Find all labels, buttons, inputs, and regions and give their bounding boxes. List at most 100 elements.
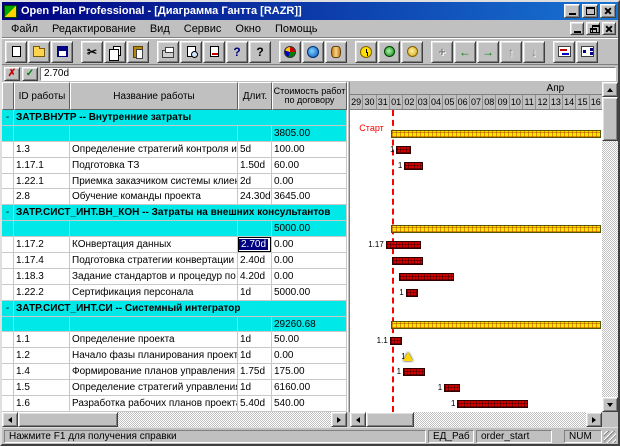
gantt-bar-task[interactable] [403, 368, 425, 376]
resource-view-button[interactable] [279, 41, 301, 63]
minimize-button[interactable] [564, 4, 580, 18]
gantt-bar-task[interactable] [386, 241, 421, 249]
table-hscrollbar[interactable] [2, 412, 347, 427]
table-cell[interactable]: Подготовка стратегии конвертации [70, 253, 238, 268]
table-row[interactable]: 1.3Определение стратегий контроля и отч5… [2, 142, 347, 158]
confirm-edit-button[interactable]: ✓ [22, 67, 38, 81]
table-cell[interactable]: 4.20d [238, 269, 272, 284]
table-cell[interactable]: 0.00 [272, 269, 347, 284]
table-cell[interactable]: 5d [238, 142, 272, 157]
column-header[interactable]: Стоимость работ по договору [272, 82, 347, 110]
table-cell[interactable]: 1d [238, 285, 272, 300]
maximize-button[interactable] [582, 4, 598, 18]
close-button[interactable] [600, 4, 616, 18]
table-cell[interactable]: Задание стандартов и процедур по д [70, 269, 238, 284]
column-header[interactable] [2, 82, 14, 110]
table-cell[interactable] [2, 189, 14, 204]
report-button[interactable] [203, 41, 225, 63]
calendar-button[interactable] [302, 41, 324, 63]
table-cell[interactable] [70, 317, 238, 332]
table-cell[interactable] [2, 158, 14, 173]
table-cell[interactable]: ЗАТР.СИСТ_ИНТ.ВН_КОН -- Затраты на внешн… [14, 205, 347, 220]
table-cell[interactable] [2, 237, 14, 252]
gantt-scroll-left-button[interactable] [350, 412, 366, 427]
gantt-milestone[interactable] [403, 352, 413, 361]
gantt-bar-summary[interactable] [391, 225, 601, 233]
table-cell[interactable] [2, 317, 14, 332]
menu-item[interactable]: Помощь [268, 21, 325, 37]
table-cell[interactable]: 100.00 [272, 142, 347, 157]
table-row[interactable]: -ЗАТР.СИСТ_ИНТ.ВН_КОН -- Затраты на внеш… [2, 205, 347, 221]
table-cell[interactable]: 2.8 [14, 189, 70, 204]
table-cell[interactable] [2, 269, 14, 284]
resize-grip[interactable] [604, 431, 616, 443]
table-cell[interactable]: 0.00 [272, 237, 347, 252]
cut-button[interactable]: ✂ [81, 41, 103, 63]
table-cell[interactable]: 2d [238, 174, 272, 189]
print-button[interactable] [157, 41, 179, 63]
table-cell[interactable]: Подготовка ТЗ [70, 158, 238, 173]
column-header[interactable]: ID работы [14, 82, 70, 110]
help-button[interactable]: ? [226, 41, 248, 63]
table-cell[interactable] [2, 253, 14, 268]
table-cell[interactable]: 1.50d [238, 158, 272, 173]
table-cell[interactable]: Формирование планов управления [70, 364, 238, 379]
table-cell[interactable]: 2.40d [238, 253, 272, 268]
gantt-bar-task[interactable] [457, 400, 528, 408]
table-cell[interactable] [2, 364, 14, 379]
gantt-hscroll-track[interactable] [366, 412, 586, 427]
table-cell[interactable]: Определение проекта [70, 332, 238, 347]
scroll-up-button[interactable] [602, 82, 618, 97]
paste-button[interactable] [127, 41, 149, 63]
table-cell[interactable]: Приемка заказчиком системы клиент [70, 174, 238, 189]
column-header[interactable]: Название работы [70, 82, 238, 110]
table-cell[interactable]: 50.00 [272, 332, 347, 347]
table-cell[interactable]: 1d [238, 380, 272, 395]
table-cell[interactable]: 1.4 [14, 364, 70, 379]
table-row[interactable]: 29260.68 [2, 317, 347, 333]
table-row[interactable]: 1.22.2Сертификация персонала1d5000.00 [2, 285, 347, 301]
table-cell[interactable]: 0.00 [272, 174, 347, 189]
child-minimize-button[interactable] [570, 22, 584, 35]
table-row[interactable]: 1.2Начало фазы планирования проекта1d0.0… [2, 348, 347, 364]
table-cell[interactable] [2, 174, 14, 189]
inline-edit-value[interactable]: 2.70d [239, 239, 268, 250]
table-row[interactable]: 1.6Разработка рабочих планов проекта5.40… [2, 396, 347, 412]
table-row[interactable]: 1.17.2КОнвертация данных2.70d0.00 [2, 237, 347, 253]
table-row[interactable]: 1.1Определение проекта1d50.00 [2, 332, 347, 348]
progress-button[interactable] [378, 41, 400, 63]
app-icon[interactable] [4, 5, 17, 18]
table-cell[interactable]: 175.00 [272, 364, 347, 379]
table-cell[interactable]: 1.75d [238, 364, 272, 379]
table-cell[interactable]: 3805.00 [272, 126, 347, 141]
table-cell[interactable]: Определение стратегий управления [70, 380, 238, 395]
open-button[interactable] [28, 41, 50, 63]
table-cell[interactable]: Обучение команды проекта [70, 189, 238, 204]
table-cell[interactable]: 2.70d [238, 237, 272, 252]
menu-item[interactable]: Сервис [177, 21, 229, 37]
gantt-bar-task[interactable] [399, 273, 454, 281]
move-left-button[interactable]: ← [454, 41, 476, 63]
table-cell[interactable]: 1.2 [14, 348, 70, 363]
table-cell[interactable] [2, 380, 14, 395]
table-row[interactable]: 1.22.1Приемка заказчиком системы клиент2… [2, 174, 347, 190]
table-cell[interactable]: 1.3 [14, 142, 70, 157]
vertical-scroll-track[interactable] [602, 97, 618, 397]
gantt-bar-summary[interactable] [391, 130, 601, 138]
expand-toggle[interactable]: - [2, 301, 14, 316]
column-header[interactable]: Длит. [238, 82, 272, 110]
table-row[interactable]: 5000.00 [2, 221, 347, 237]
table-row[interactable]: -ЗАТР.ВНУТР -- Внутренние затраты [2, 110, 347, 126]
gantt-bar-task[interactable] [444, 384, 460, 392]
child-restore-button[interactable] [586, 22, 600, 35]
vertical-scroll-thumb[interactable] [602, 97, 618, 141]
table-row[interactable]: 2.8Обучение команды проекта24.30d3645.00 [2, 189, 347, 205]
print-preview-button[interactable] [180, 41, 202, 63]
cost-button[interactable] [325, 41, 347, 63]
vertical-scrollbar[interactable] [602, 82, 618, 412]
table-cell[interactable]: 1.1 [14, 332, 70, 347]
gantt-bar-task[interactable] [390, 337, 402, 345]
expand-toggle[interactable]: - [2, 110, 14, 125]
expand-toggle[interactable]: - [2, 205, 14, 220]
table-cell[interactable]: Разработка рабочих планов проекта [70, 396, 238, 411]
